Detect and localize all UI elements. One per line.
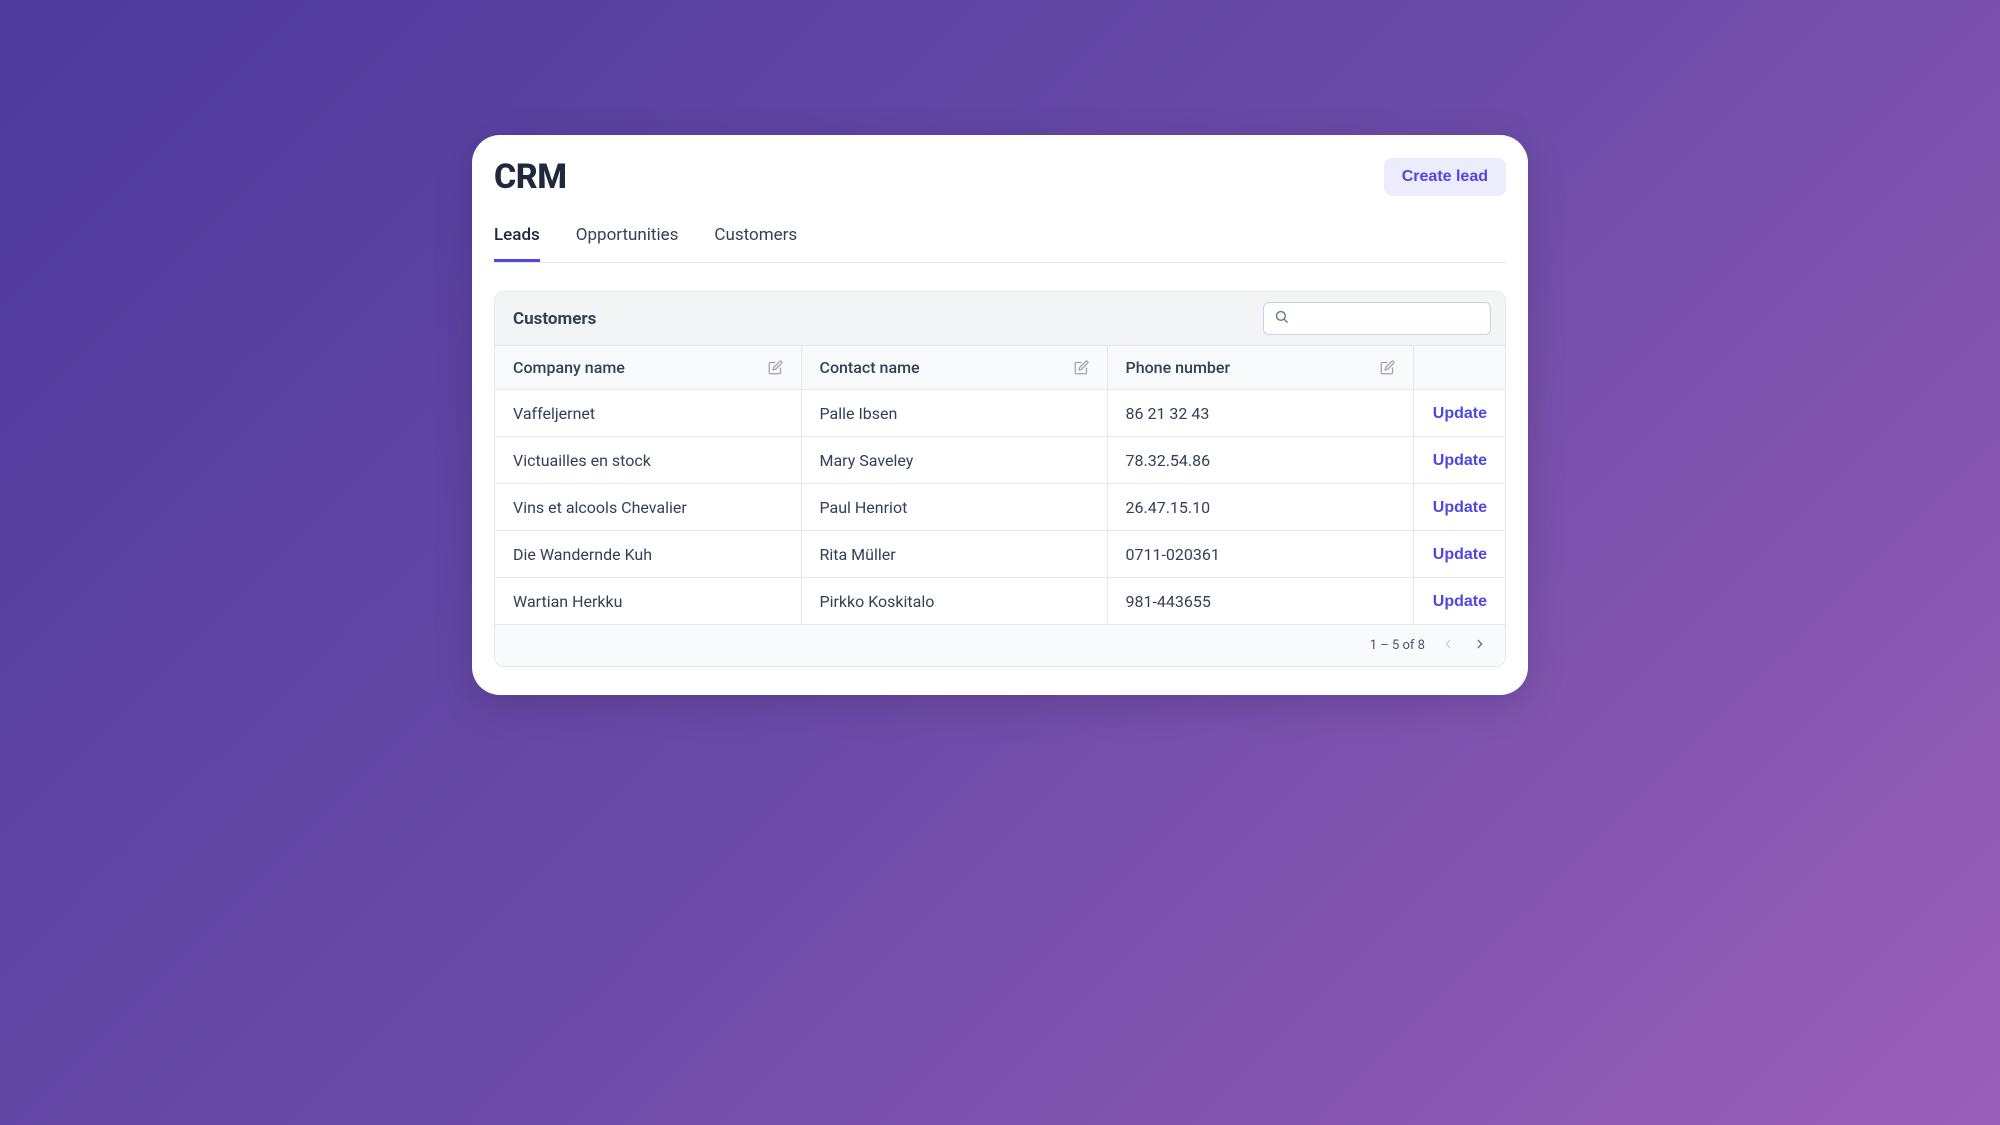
cell-phone: 0711-020361 <box>1107 531 1413 578</box>
search-box[interactable] <box>1263 302 1491 335</box>
customers-table: Company name Contact name <box>495 346 1505 625</box>
col-header-contact[interactable]: Contact name <box>801 346 1107 390</box>
cell-contact: Mary Saveley <box>801 437 1107 484</box>
table-title: Customers <box>513 309 596 329</box>
edit-icon[interactable] <box>768 360 783 375</box>
col-header-company-label: Company name <box>513 358 625 377</box>
col-header-phone-label: Phone number <box>1126 358 1231 377</box>
table-row: Vins et alcools Chevalier Paul Henriot 2… <box>495 484 1505 531</box>
edit-icon[interactable] <box>1074 360 1089 375</box>
table-row: Die Wandernde Kuh Rita Müller 0711-02036… <box>495 531 1505 578</box>
tabs: Leads Opportunities Customers <box>494 225 1506 263</box>
update-button[interactable]: Update <box>1433 593 1487 611</box>
cell-contact: Palle Ibsen <box>801 390 1107 437</box>
page-title: CRM <box>494 157 567 197</box>
update-button[interactable]: Update <box>1433 405 1487 423</box>
cell-phone: 86 21 32 43 <box>1107 390 1413 437</box>
create-lead-button[interactable]: Create lead <box>1384 158 1506 196</box>
table-row: Wartian Herkku Pirkko Koskitalo 981-4436… <box>495 578 1505 625</box>
edit-icon[interactable] <box>1380 360 1395 375</box>
col-header-company[interactable]: Company name <box>495 346 801 390</box>
tab-customers[interactable]: Customers <box>714 225 797 262</box>
cell-company: Die Wandernde Kuh <box>495 531 801 578</box>
cell-contact: Paul Henriot <box>801 484 1107 531</box>
cell-company: Vins et alcools Chevalier <box>495 484 801 531</box>
table-toolbar: Customers <box>495 292 1505 346</box>
table-footer: 1 – 5 of 8 <box>495 625 1505 666</box>
update-button[interactable]: Update <box>1433 499 1487 517</box>
update-button[interactable]: Update <box>1433 546 1487 564</box>
cell-phone: 26.47.15.10 <box>1107 484 1413 531</box>
crm-card: CRM Create lead Leads Opportunities Cust… <box>472 135 1528 695</box>
cell-company: Vaffeljernet <box>495 390 801 437</box>
cell-contact: Pirkko Koskitalo <box>801 578 1107 625</box>
table-row: Vaffeljernet Palle Ibsen 86 21 32 43 Upd… <box>495 390 1505 437</box>
cell-contact: Rita Müller <box>801 531 1107 578</box>
customers-table-wrap: Customers Company name <box>494 291 1506 667</box>
update-button[interactable]: Update <box>1433 452 1487 470</box>
cell-company: Victuailles en stock <box>495 437 801 484</box>
col-header-actions <box>1413 346 1505 390</box>
prev-page-button[interactable] <box>1439 635 1457 656</box>
next-page-button[interactable] <box>1471 635 1489 656</box>
search-icon <box>1274 309 1289 328</box>
col-header-contact-label: Contact name <box>820 358 920 377</box>
header-row: CRM Create lead <box>494 157 1506 197</box>
search-input[interactable] <box>1297 311 1480 327</box>
table-row: Victuailles en stock Mary Saveley 78.32.… <box>495 437 1505 484</box>
table-header-row: Company name Contact name <box>495 346 1505 390</box>
chevron-left-icon <box>1441 637 1455 654</box>
col-header-phone[interactable]: Phone number <box>1107 346 1413 390</box>
cell-phone: 78.32.54.86 <box>1107 437 1413 484</box>
pagination-text: 1 – 5 of 8 <box>1370 638 1425 653</box>
table-body: Vaffeljernet Palle Ibsen 86 21 32 43 Upd… <box>495 390 1505 625</box>
cell-company: Wartian Herkku <box>495 578 801 625</box>
cell-phone: 981-443655 <box>1107 578 1413 625</box>
tab-opportunities[interactable]: Opportunities <box>576 225 679 262</box>
tab-leads[interactable]: Leads <box>494 225 540 262</box>
chevron-right-icon <box>1473 637 1487 654</box>
